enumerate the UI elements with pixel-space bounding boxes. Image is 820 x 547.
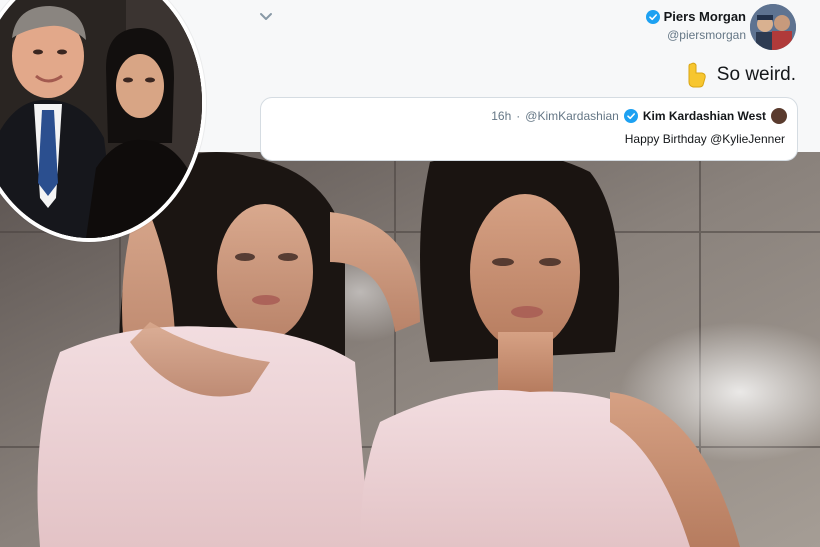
author-name: Piers Morgan (663, 9, 746, 24)
verified-badge-icon (645, 10, 660, 24)
author-avatar[interactable] (750, 4, 796, 50)
quoted-author-handle: @KimKardashian (525, 109, 619, 123)
quoted-author-name: Kim Kardashian West (642, 109, 766, 123)
quoted-tweet-header: 16h · @KimKardashian Kim Kardashian West (491, 108, 787, 124)
quoted-author-avatar (771, 108, 787, 124)
tweet-author[interactable]: Piers Morgan @piersmorgan (645, 8, 746, 43)
quoted-tweet-card[interactable]: 16h · @KimKardashian Kim Kardashian West… (260, 97, 798, 161)
pointing-finger-emoji-icon (685, 62, 707, 88)
tweet-text: So weird. (716, 64, 796, 85)
quoted-tweet-age: 16h (491, 109, 512, 123)
chevron-down-icon[interactable] (258, 8, 274, 24)
composite-image: Piers Morgan @piersmorgan So weird. 16h … (0, 0, 820, 547)
verified-badge-icon (623, 109, 638, 123)
quoted-tweet-text: Happy Birthday @KylieJenner (624, 132, 785, 146)
author-handle: @piersmorgan (667, 28, 746, 42)
tweet-body: So weird. (685, 62, 796, 88)
quoted-tweet-separator: · (516, 109, 521, 123)
